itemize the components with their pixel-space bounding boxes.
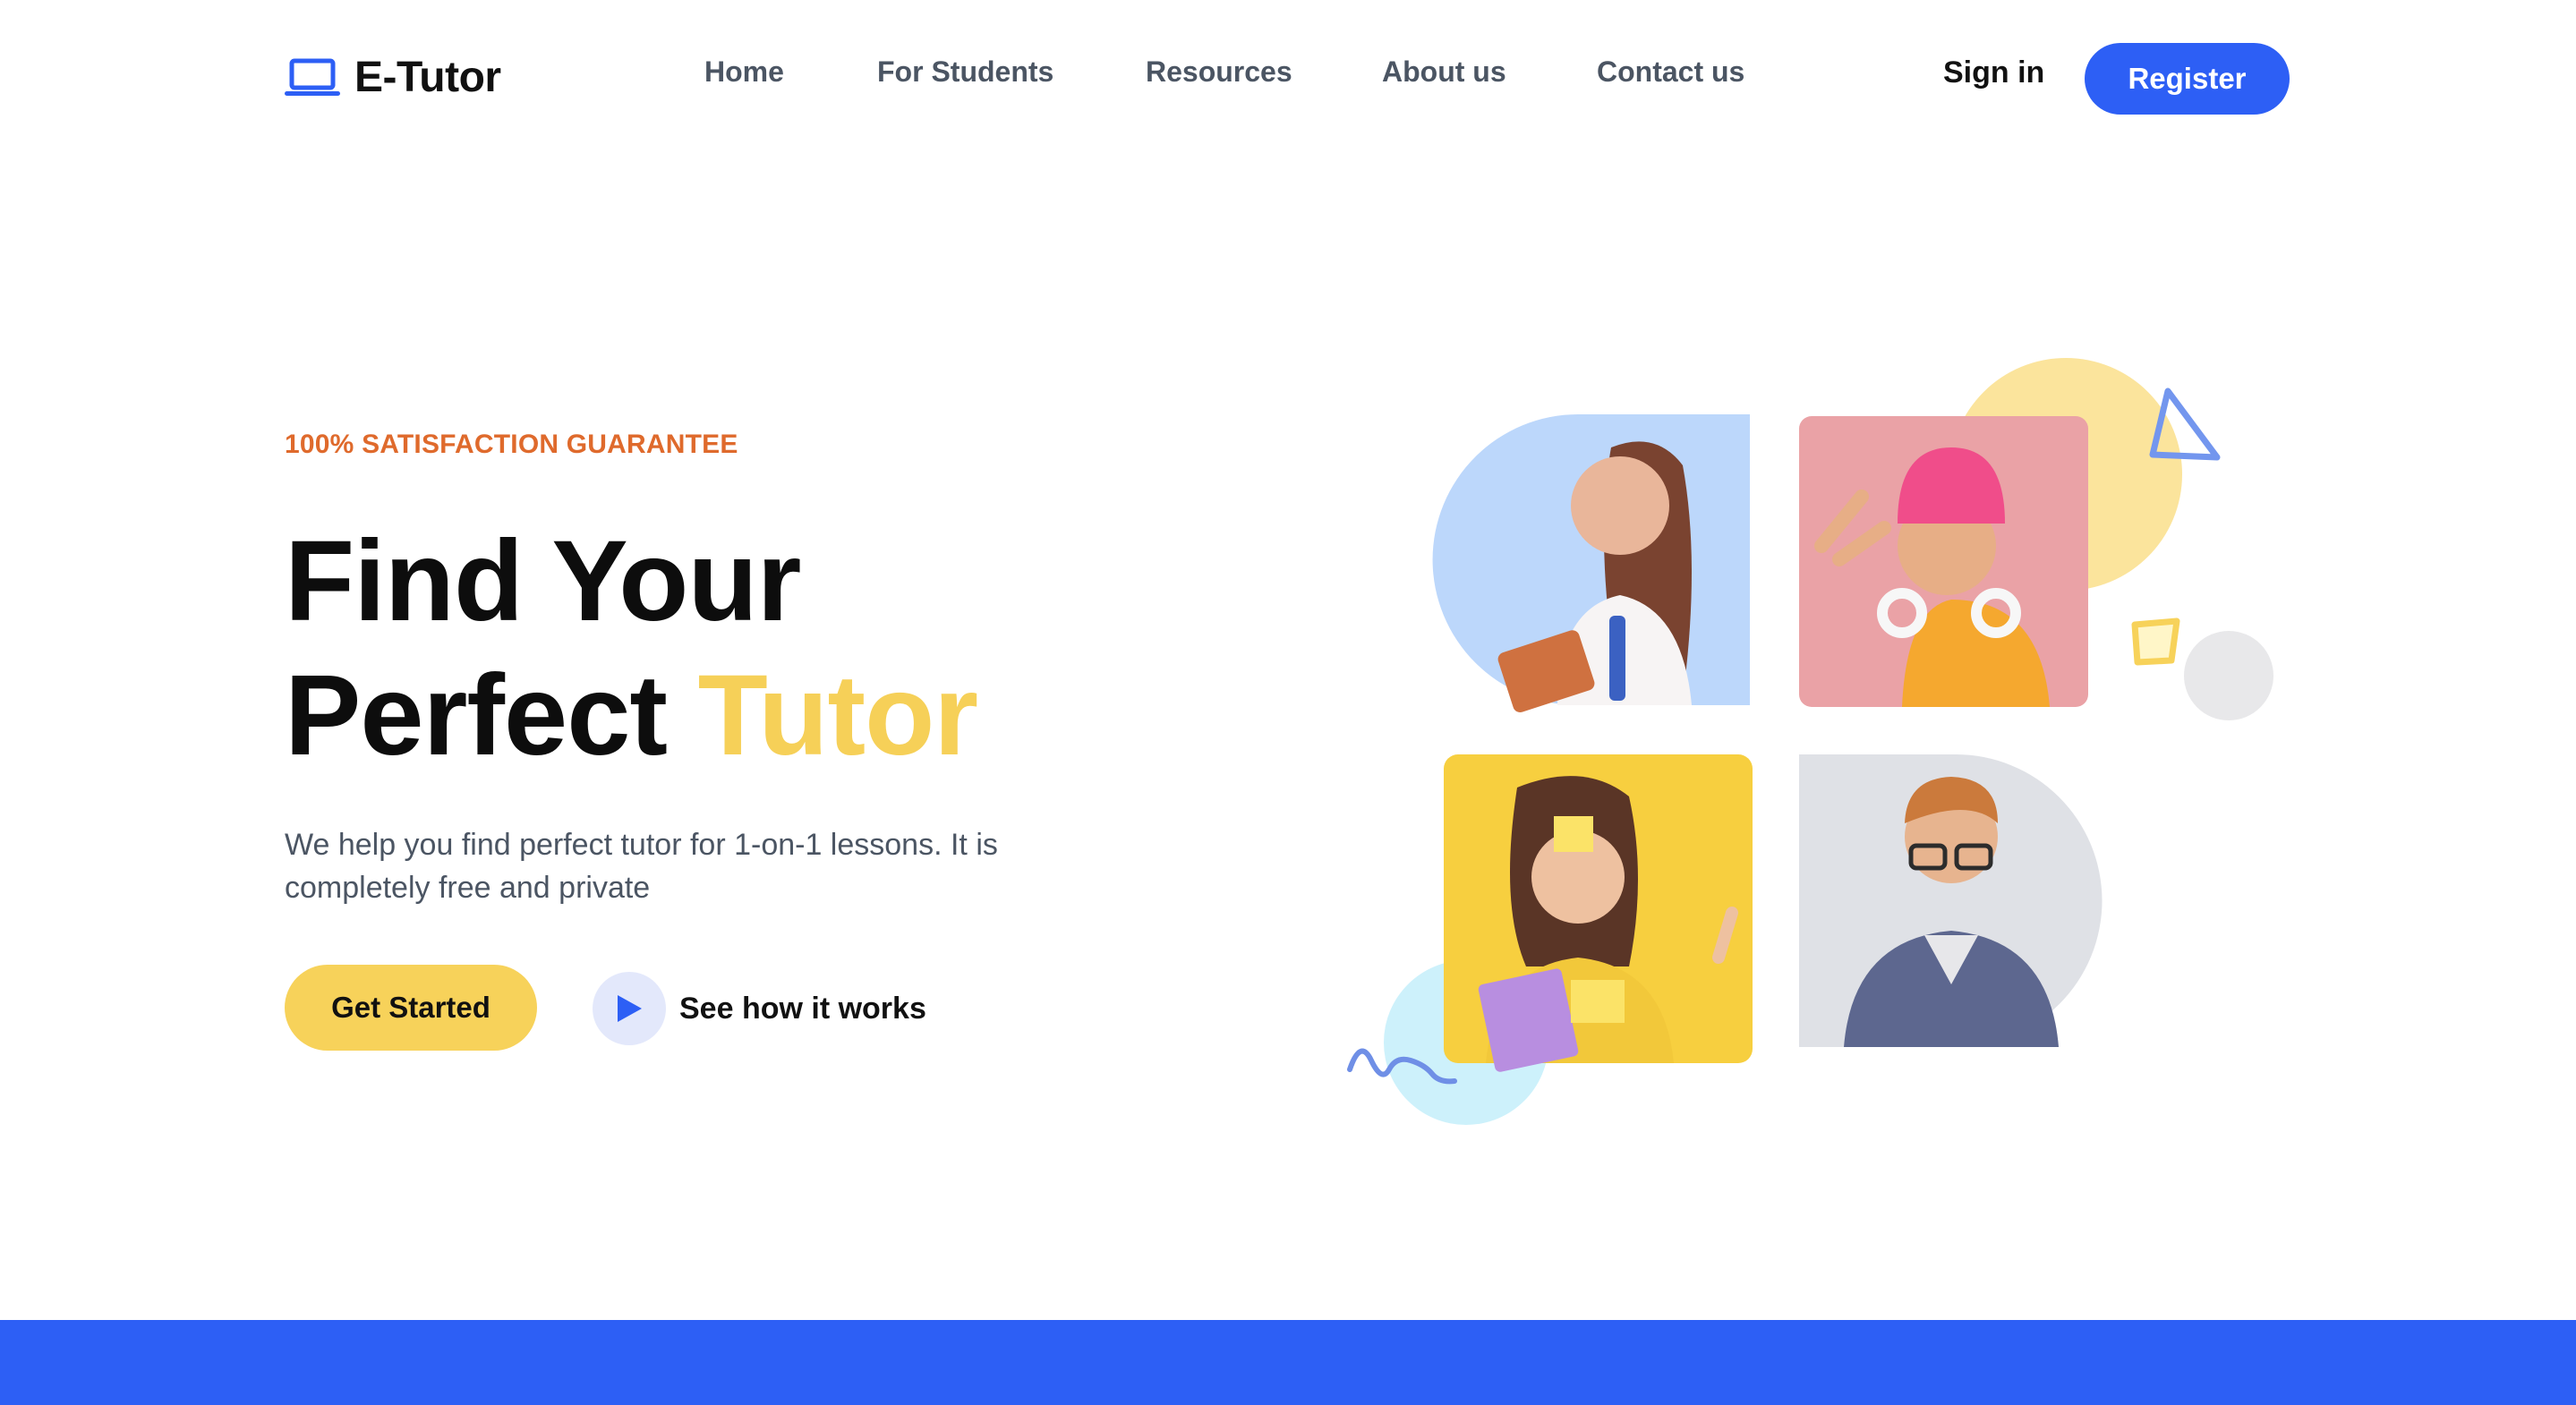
- nav-resources-link[interactable]: Resources: [1146, 55, 1292, 89]
- satisfaction-eyebrow: 100% SATISFACTION GUARANTEE: [285, 430, 738, 459]
- headline-line-1: Find Your: [285, 517, 801, 645]
- brand-logo[interactable]: E-Tutor: [285, 52, 501, 102]
- top-navigation: E-Tutor Home For Students Resources Abou…: [0, 0, 2576, 157]
- see-how-it-works-label: See how it works: [679, 991, 926, 1026]
- footer-band: [0, 1320, 2576, 1405]
- play-icon: [618, 995, 642, 1022]
- photo-young-man-with-glasses: [1799, 754, 2103, 1047]
- nav-contact-us-link[interactable]: Contact us: [1597, 55, 1744, 89]
- nav-about-us-link[interactable]: About us: [1382, 55, 1506, 89]
- headline-line-2-start: Perfect: [285, 651, 668, 779]
- headline-highlight: Tutor: [697, 651, 978, 779]
- see-how-it-works-link[interactable]: See how it works: [593, 972, 926, 1045]
- sign-in-link[interactable]: Sign in: [1943, 55, 2044, 90]
- hero-subtext: We help you find perfect tutor for 1-on-…: [285, 828, 998, 905]
- tutor-photo-collage: [1347, 358, 2273, 1125]
- laptop-icon: [285, 58, 340, 96]
- photo-girl-in-pink-beanie: [1799, 416, 2088, 707]
- nav-for-students-link[interactable]: For Students: [877, 55, 1053, 89]
- grey-dot: [2184, 631, 2273, 720]
- play-button[interactable]: [593, 972, 666, 1045]
- hero-headline: Find Your Perfect Tutor: [285, 515, 978, 783]
- brand-name: E-Tutor: [354, 53, 501, 101]
- photo-student-with-notebooks: [1432, 414, 1750, 713]
- get-started-button[interactable]: Get Started: [285, 965, 537, 1051]
- square-doodle-icon: [2131, 617, 2180, 666]
- nav-home-link[interactable]: Home: [704, 55, 784, 89]
- photo-girl-with-sticky-note: [1444, 754, 1753, 1072]
- register-button[interactable]: Register: [2085, 43, 2290, 115]
